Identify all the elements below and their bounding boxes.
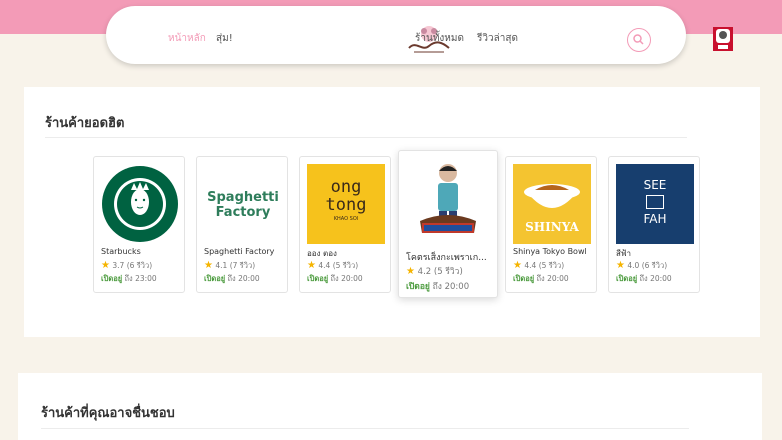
ong-tong-logo: ong tong KHAO SOI <box>307 164 385 244</box>
shop-open-status: เปิดอยู่ ถึง 23:00 <box>101 274 157 283</box>
logo-text: ong <box>330 177 362 197</box>
shop-name: Spaghetti Factory <box>204 247 275 256</box>
nav-home-link[interactable]: หน้าหลัก <box>168 33 206 45</box>
shop-open-status: เปิดอยู่ ถึง 20:00 <box>616 274 672 283</box>
nav-all-shops-link[interactable]: ร้านทั้งหมด <box>415 33 464 45</box>
star-icon: ★ <box>101 260 110 271</box>
shop-open-status: เปิดอยู่ ถึง 20:00 <box>513 274 569 283</box>
shop-name: สีฟ้า <box>616 249 632 258</box>
logo-text: SEE <box>643 178 667 192</box>
shop-card-starbucks[interactable]: Starbucks ★ 3.7 (6 รีวิว) เปิดอยู่ ถึง 2… <box>93 156 185 293</box>
shop-rating: ★ 4.1 (7 รีวิว) <box>204 260 256 271</box>
bowl-icon <box>524 184 580 208</box>
khot-seng-kaprao-logo <box>408 159 488 243</box>
shop-rating: ★ 3.7 (6 รีวิว) <box>101 260 153 271</box>
logo-text: tong <box>325 195 367 215</box>
shop-name: Shinya Tokyo Bowl <box>513 247 587 256</box>
star-icon: ★ <box>204 260 213 271</box>
shop-card-khot-seng-kaprao[interactable]: โคตรเส็งกะเพราเก... ★ 4.2 (5 รีวิว) เปิด… <box>398 150 498 298</box>
shop-rating: ★ 4.2 (5 รีวิว) <box>406 266 463 277</box>
nav-latest-reviews-link[interactable]: รีวิวล่าสุด <box>477 33 518 45</box>
spaghetti-factory-logo: Spaghetti Factory <box>204 164 282 244</box>
search-icon <box>633 34 644 45</box>
starbucks-logo <box>101 164 179 244</box>
shop-card-shinya-tokyo-bowl[interactable]: SHINYA Shinya Tokyo Bowl ★ 4.4 (5 รีวิว)… <box>505 156 597 293</box>
logo-text: Spaghetti <box>207 190 279 205</box>
star-icon: ★ <box>513 260 522 271</box>
shop-open-status: เปิดอยู่ ถึง 20:00 <box>406 282 470 292</box>
shop-card-spaghetti-factory[interactable]: Spaghetti Factory Spaghetti Factory ★ 4.… <box>196 156 288 293</box>
shop-name: ออง ตอง <box>307 249 337 258</box>
navbar: หน้าหลัก สุ่ม! ร้านทั้งหมด รีวิวล่าสุด <box>106 6 733 64</box>
kfc-avatar-icon[interactable] <box>712 26 734 52</box>
popular-shops-title: ร้านค้ายอดฮิต <box>45 116 125 131</box>
divider <box>45 137 687 138</box>
shinya-logo: SHINYA <box>513 164 591 244</box>
shop-open-status: เปิดอยู่ ถึง 20:00 <box>307 274 363 283</box>
shop-name: Starbucks <box>101 247 141 256</box>
shop-rating: ★ 4.4 (5 รีวิว) <box>307 260 359 271</box>
shop-card-ong-tong[interactable]: ong tong KHAO SOI ออง ตอง ★ 4.4 (5 รีวิว… <box>299 156 391 293</box>
shop-emblem-icon <box>646 195 664 209</box>
shop-name: โคตรเส็งกะเพราเก... <box>406 253 487 263</box>
logo-text: FAH <box>643 212 667 226</box>
logo-text: SHINYA <box>525 220 579 234</box>
logo-text: KHAO SOI <box>333 216 359 222</box>
recommended-shops-title: ร้านค้าที่คุณอาจชื่นชอบ <box>41 406 175 421</box>
shop-rating: ★ 4.0 (6 รีวิว) <box>616 260 668 271</box>
see-fah-logo: SEE FAH <box>616 164 694 244</box>
divider <box>41 428 689 429</box>
star-icon: ★ <box>616 260 625 271</box>
shop-card-see-fah[interactable]: SEE FAH สีฟ้า ★ 4.0 (6 รีวิว) เปิดอยู่ ถ… <box>608 156 700 293</box>
shop-rating: ★ 4.4 (5 รีวิว) <box>513 260 565 271</box>
nav-random-link[interactable]: สุ่ม! <box>216 33 233 45</box>
logo-text: Factory <box>215 205 271 220</box>
shop-open-status: เปิดอยู่ ถึง 20:00 <box>204 274 260 283</box>
star-icon: ★ <box>406 266 415 277</box>
star-icon: ★ <box>307 260 316 271</box>
search-button[interactable] <box>627 28 651 52</box>
